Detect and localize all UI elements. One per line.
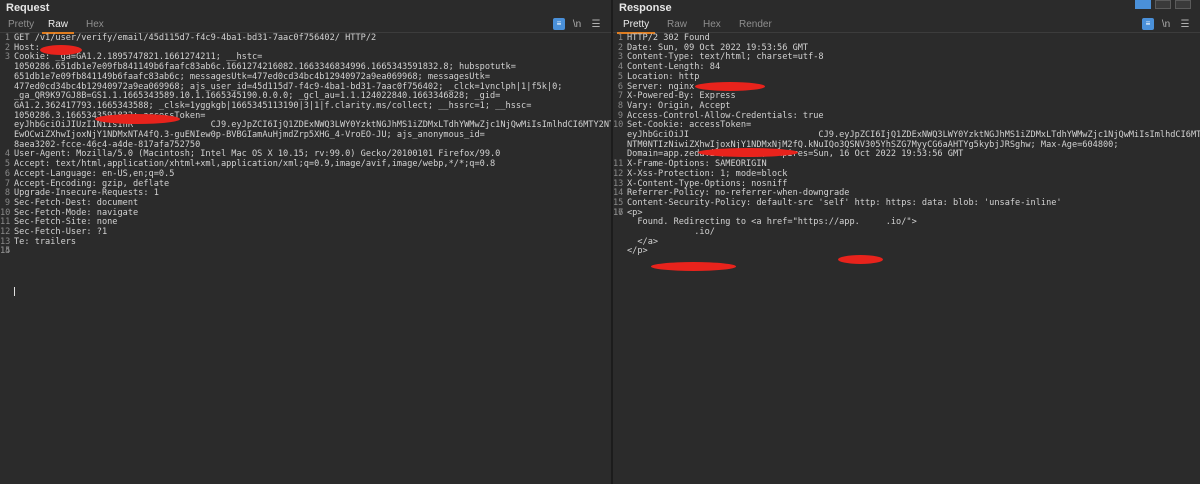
tab-response-pretty[interactable]: Pretty <box>617 16 656 34</box>
line-text: Sec-Fetch-Mode: navigate <box>14 207 139 218</box>
redaction-mark <box>95 114 180 124</box>
tab-response-hex[interactable]: Hex <box>697 16 727 33</box>
code-line: 4 Content-Length: 84 <box>613 62 1200 73</box>
code-line: 13 Te: trailers <box>0 236 611 248</box>
response-editor[interactable]: 1 HTTP/2 302 Found 2 Date: Sun, 09 Oct 2022… <box>613 33 1200 484</box>
newline-toggle-button[interactable]: \n <box>1159 18 1173 31</box>
menu-icon[interactable]: ☰ <box>1179 18 1191 31</box>
tab-response-raw[interactable]: Raw <box>661 16 693 33</box>
line-text: Sec-Fetch-Site: none <box>14 217 118 228</box>
redaction-mark <box>40 45 82 55</box>
line-text: 1050286.651db1e7e09fb841149b6faafc83ab6c… <box>14 62 516 73</box>
line-text: Found. Redirecting to <a href="https://a… <box>627 217 917 228</box>
redaction-mark <box>651 262 736 271</box>
line-text: GA1.2.362417793.1665343588; _clsk=1yggkg… <box>14 100 532 111</box>
response-title: Response <box>619 2 672 14</box>
line-text: Server: nginx <box>627 81 695 92</box>
line-text: Accept-Encoding: gzip, deflate <box>14 178 170 189</box>
response-tabbar: Pretty Raw Hex Render ≡ \n ☰ <box>613 16 1200 34</box>
line-text: Upgrade-Insecure-Requests: 1 <box>14 188 159 199</box>
response-pane: Response Pretty Raw Hex Render ≡ \n ☰ 1H… <box>613 0 1200 484</box>
line-text: Referrer-Policy: no-referrer-when-downgr… <box>627 188 850 199</box>
layout-side-by-side-icon[interactable] <box>1135 0 1151 9</box>
line-text: Accept: text/html,application/xhtml+xml,… <box>14 159 496 170</box>
line-text: Content-Type: text/html; charset=utf-8 <box>627 52 824 63</box>
redaction-mark <box>698 148 798 157</box>
line-text: GET /v1/user/verify/email/45d115d7-f4c9-… <box>14 33 377 43</box>
line-text: 477ed0cd34bc4b12940972a9ea069968; ajs_us… <box>14 81 563 92</box>
line-number: 10 <box>613 120 624 131</box>
line-text: EwOCwiZXhwIjoxNjY1NDMxNTA4fQ.3-guENIew0p… <box>14 130 485 141</box>
line-text: _ga_QR9K97GJ8B=GS1.1.1665343589.10.1.166… <box>14 91 501 102</box>
code-line: 3 Cookie: _ga=GA1.2.1895747821.1661274211… <box>0 53 611 63</box>
layout-vertical-icon[interactable] <box>1175 0 1191 9</box>
line-text: Set-Cookie: accessToken= <box>627 120 752 131</box>
request-pane: Request Pretty Raw Hex ≡ \n ☰ 1 GET /v1/u… <box>0 0 611 484</box>
line-number: 3 <box>4 52 10 63</box>
wrap-lines-icon[interactable]: ≡ <box>553 18 565 30</box>
code-line-continuation: </a> <box>613 236 1200 248</box>
line-text: Content-Security-Policy: default-src 'se… <box>627 197 1062 208</box>
request-editor[interactable]: 1 GET /v1/user/verify/email/45d115d7-f4c9… <box>0 33 611 484</box>
code-line: 1 GET /v1/user/verify/email/45d115d7-f4c9… <box>0 33 611 44</box>
code-line: 5 Location: http <box>613 71 1200 83</box>
line-number: 15 <box>0 246 11 257</box>
code-line: 15 Content-Security-Policy: default-src '… <box>613 197 1200 209</box>
tab-request-pretty[interactable]: Pretty <box>2 16 40 33</box>
request-title: Request <box>6 2 50 14</box>
tab-response-render[interactable]: Render <box>733 16 778 33</box>
line-text: Accept-Language: en-US,en;q=0.5 <box>14 168 175 179</box>
line-text: </a> <box>627 236 659 247</box>
line-text: X-Content-Type-Options: nosniff <box>627 178 788 189</box>
redaction-mark <box>695 82 765 91</box>
line-text: 8aea3202-fcce-46c4-a4de-817afa752750 <box>14 139 201 150</box>
request-tabbar: Pretty Raw Hex ≡ \n ☰ <box>0 16 611 34</box>
tab-request-hex[interactable]: Hex <box>80 16 110 33</box>
line-text: <p> <box>627 207 643 218</box>
line-text: Sec-Fetch-User: ?1 <box>14 227 108 238</box>
line-text: eyJhbGciOiJI CJ9.eyJpZCI6IjQ1ZDExNWQ3LWY… <box>627 130 1200 141</box>
line-text: X-Powered-By: Express <box>627 91 736 102</box>
wrap-lines-icon[interactable]: ≡ <box>1142 18 1154 30</box>
tab-request-raw[interactable]: Raw <box>42 16 75 34</box>
code-line: 10 Set-Cookie: accessToken= <box>613 120 1200 131</box>
line-text: X-Frame-Options: SAMEORIGIN <box>627 159 767 170</box>
line-text: Date: Sun, 09 Oct 2022 19:53:56 GMT <box>627 42 809 53</box>
redaction-mark <box>838 255 883 264</box>
line-text: .io/ <box>627 227 715 238</box>
line-text: Vary: Origin, Accept <box>627 100 731 111</box>
line-text: 651db1e7e09fb841149b6faafc83ab6c; messag… <box>14 71 490 82</box>
line-text: Content-Length: 84 <box>627 62 721 73</box>
newline-toggle-button[interactable]: \n <box>570 18 584 31</box>
code-line: 17 <p> <box>613 207 1200 219</box>
line-number: 17 <box>613 207 624 218</box>
line-text: HTTP/2 302 Found <box>627 33 710 43</box>
menu-icon[interactable]: ☰ <box>590 18 602 31</box>
line-text: NTM0NTIzNiwiZXhwIjoxNjY1NDMxNjM2fQ.kNuIQ… <box>627 139 1119 150</box>
layout-horizontal-icon[interactable] <box>1155 0 1171 9</box>
code-line-continuation: .io/ <box>613 227 1200 238</box>
code-line-continuation: </p> <box>613 247 1200 257</box>
line-text: Te: trailers <box>14 236 77 247</box>
line-text: Location: http <box>627 71 700 82</box>
code-line: 12 Sec-Fetch-User: ?1 <box>0 227 611 238</box>
line-text: Access-Control-Allow-Credentials: true <box>627 110 824 121</box>
line-text: Sec-Fetch-Dest: document <box>14 197 139 208</box>
line-text: </p> <box>627 246 648 257</box>
line-text: User-Agent: Mozilla/5.0 (Macintosh; Inte… <box>14 149 501 160</box>
text-caret <box>14 287 15 296</box>
line-text: X-Xss-Protection: 1; mode=block <box>627 168 788 179</box>
